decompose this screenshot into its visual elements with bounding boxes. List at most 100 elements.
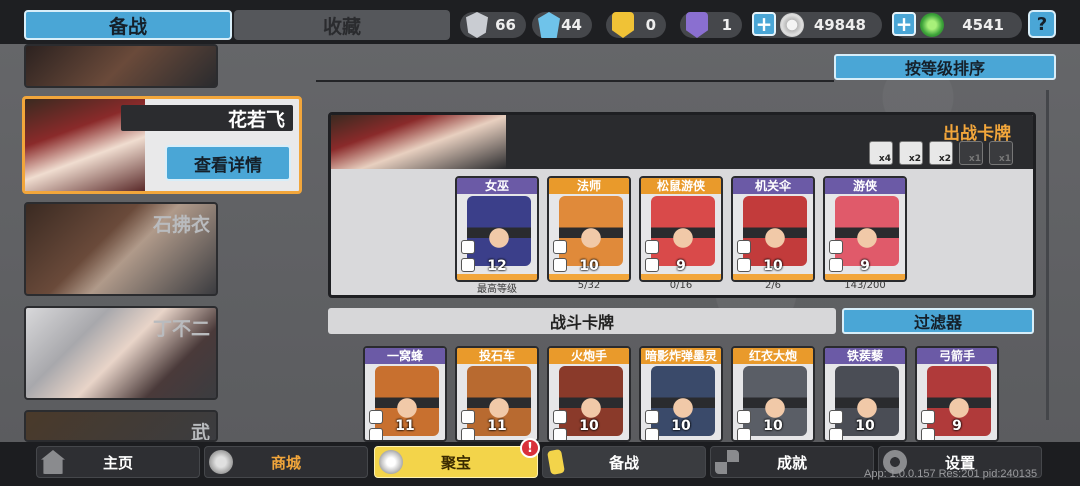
card-progress-text: 0/16 bbox=[669, 280, 693, 291]
card[interactable]: 游侠 9 bbox=[823, 176, 907, 282]
card-name: 法师 bbox=[549, 178, 629, 194]
skill-icon bbox=[553, 240, 567, 254]
card-level: 10 bbox=[671, 418, 691, 434]
card[interactable]: 红衣大炮 10 bbox=[731, 346, 815, 442]
nav-prepare[interactable]: 备战 bbox=[542, 446, 706, 478]
card-level: 9 bbox=[952, 418, 962, 434]
nav-label: 成就 bbox=[776, 453, 807, 472]
character-portrait bbox=[26, 412, 216, 440]
card-level: 10 bbox=[763, 418, 783, 434]
purple-badge-icon bbox=[686, 12, 708, 38]
card-level: 9 bbox=[676, 258, 686, 274]
character-item[interactable]: 石拂衣 bbox=[24, 202, 218, 296]
silver-shield-icon bbox=[466, 12, 488, 38]
filter-button[interactable]: 过滤器 bbox=[842, 308, 1034, 334]
card-art bbox=[559, 196, 623, 266]
character-name: 丁不二 bbox=[152, 318, 210, 340]
card-progress-text: 5/32 bbox=[577, 280, 601, 291]
add-silver-button[interactable]: + bbox=[752, 12, 776, 36]
notification-badge: ! bbox=[520, 438, 540, 458]
card-name: 铁蒺藜 bbox=[825, 348, 905, 364]
scrollbar[interactable] bbox=[1046, 90, 1049, 420]
nav-home[interactable]: 主页 bbox=[36, 446, 200, 478]
nav-label: 商城 bbox=[270, 453, 301, 472]
character-item[interactable]: 武 bbox=[24, 410, 218, 442]
card-level: 11 bbox=[487, 418, 507, 434]
character-item[interactable] bbox=[24, 44, 218, 88]
resource-value: 1 bbox=[721, 16, 732, 34]
help-button[interactable]: ? bbox=[1028, 10, 1056, 38]
card[interactable]: 铁蒺藜 10 bbox=[823, 346, 907, 442]
add-green-button[interactable]: + bbox=[892, 12, 916, 36]
card-name: 机关伞 bbox=[733, 178, 813, 194]
card-progress-text: 最高等级 bbox=[477, 284, 517, 295]
card[interactable]: 火炮手 10 bbox=[547, 346, 631, 442]
silver-currency-value: 49848 bbox=[813, 16, 866, 34]
card[interactable]: 机关伞 10 bbox=[731, 176, 815, 282]
card-level: 10 bbox=[763, 258, 783, 274]
card-name: 弓箭手 bbox=[917, 348, 997, 364]
card-progress-text: 2/6 bbox=[764, 280, 782, 291]
card-name: 一窝蜂 bbox=[365, 348, 445, 364]
nav-achievements[interactable]: 成就 bbox=[710, 446, 874, 478]
slot-multiplier: x2 bbox=[899, 141, 923, 165]
skill-icon bbox=[737, 240, 751, 254]
card-level: 9 bbox=[860, 258, 870, 274]
card[interactable]: 投石车 11 bbox=[455, 346, 539, 442]
tab-collection[interactable]: 收藏 bbox=[234, 10, 450, 40]
card-name: 游侠 bbox=[825, 178, 905, 194]
card[interactable]: 暗影炸弹墨灵 10 bbox=[639, 346, 723, 442]
resource-silver-shield: 66 bbox=[460, 12, 526, 38]
card-name: 火炮手 bbox=[549, 348, 629, 364]
card[interactable]: 一窝蜂 11 bbox=[363, 346, 447, 442]
card[interactable]: 法师 10 bbox=[547, 176, 631, 282]
nav-mall[interactable]: 商城 bbox=[204, 446, 368, 478]
resource-value: 0 bbox=[645, 16, 656, 34]
slot-multiplier: x1 bbox=[959, 141, 983, 165]
tab-prepare[interactable]: 备战 bbox=[24, 10, 232, 40]
slot-multiplier: x2 bbox=[929, 141, 953, 165]
divider bbox=[316, 80, 834, 82]
card-name: 女巫 bbox=[457, 178, 537, 194]
skill-icon bbox=[829, 240, 843, 254]
card-level: 12 bbox=[487, 258, 507, 274]
character-portrait bbox=[26, 46, 216, 86]
gold-badge-icon bbox=[612, 12, 634, 38]
skill-icon bbox=[645, 240, 659, 254]
resource-purple-badge: 1 bbox=[680, 12, 742, 38]
card-level: 10 bbox=[855, 418, 875, 434]
resource-blue-crystal: 44 bbox=[532, 12, 592, 38]
silver-coin-icon bbox=[780, 13, 804, 37]
card-slot-multipliers: x4 x2 x2 x1 x1 bbox=[869, 141, 1013, 165]
sort-by-level-button[interactable]: 按等级排序 bbox=[834, 54, 1056, 80]
nav-label: 聚宝 bbox=[440, 453, 471, 472]
slot-multiplier: x1 bbox=[989, 141, 1013, 165]
resource-gold-badge: 0 bbox=[606, 12, 666, 38]
slot-multiplier: x4 bbox=[869, 141, 893, 165]
green-gem-icon bbox=[920, 13, 944, 37]
resource-value: 66 bbox=[495, 16, 516, 34]
card[interactable]: 松鼠游侠 9 bbox=[639, 176, 723, 282]
card[interactable]: 女巫 12 bbox=[455, 176, 539, 282]
nav-treasure[interactable]: 聚宝 bbox=[374, 446, 538, 478]
card-name: 红衣大炮 bbox=[733, 348, 813, 364]
character-name: 石拂衣 bbox=[152, 214, 210, 236]
card-art bbox=[467, 196, 531, 266]
card[interactable]: 弓箭手 9 bbox=[915, 346, 999, 442]
resource-value: 44 bbox=[561, 16, 582, 34]
card-name: 松鼠游侠 bbox=[641, 178, 721, 194]
card-name: 投石车 bbox=[457, 348, 537, 364]
card-art bbox=[743, 196, 807, 266]
card-level: 10 bbox=[579, 418, 599, 434]
blue-crystal-icon bbox=[538, 12, 560, 38]
view-details-button[interactable]: 查看详情 bbox=[165, 145, 291, 181]
character-name: 花若飞 bbox=[227, 109, 285, 131]
nav-label: 主页 bbox=[102, 453, 133, 472]
green-currency-value: 4541 bbox=[962, 16, 1004, 34]
card-name: 暗影炸弹墨灵 bbox=[641, 348, 721, 364]
skill-icon bbox=[461, 240, 475, 254]
battle-cards-header: 战斗卡牌 bbox=[328, 308, 836, 334]
character-item[interactable]: 丁不二 bbox=[24, 306, 218, 400]
character-item-selected[interactable]: 花若飞 查看详情 bbox=[22, 96, 302, 194]
card-progress-text: 143/200 bbox=[844, 280, 886, 291]
